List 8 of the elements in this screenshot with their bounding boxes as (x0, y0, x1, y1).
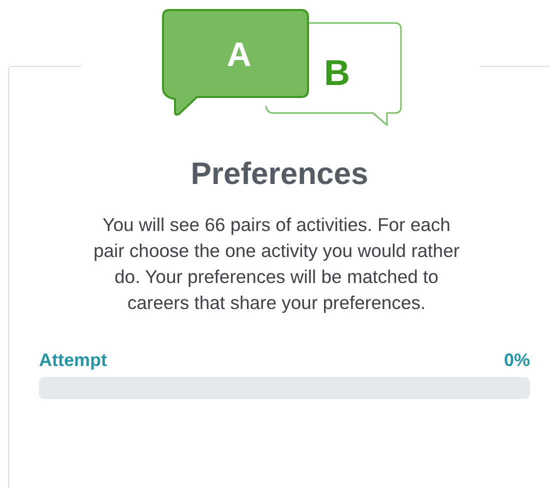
bubble-letter: B (324, 52, 350, 93)
bubble-letter: A (226, 36, 252, 74)
speech-bubble-icon (162, 9, 309, 116)
page-title: Preferences (190, 156, 370, 192)
progress-label: Attempt (39, 350, 107, 371)
progress-percent: 0% (504, 350, 530, 371)
speech-bubble-icon (265, 22, 402, 126)
description-text: You will see 66 pairs of activities. For each pair choose the one activity you would rather do. Your preferences will be matched to careers that share your preferences. (92, 213, 461, 315)
